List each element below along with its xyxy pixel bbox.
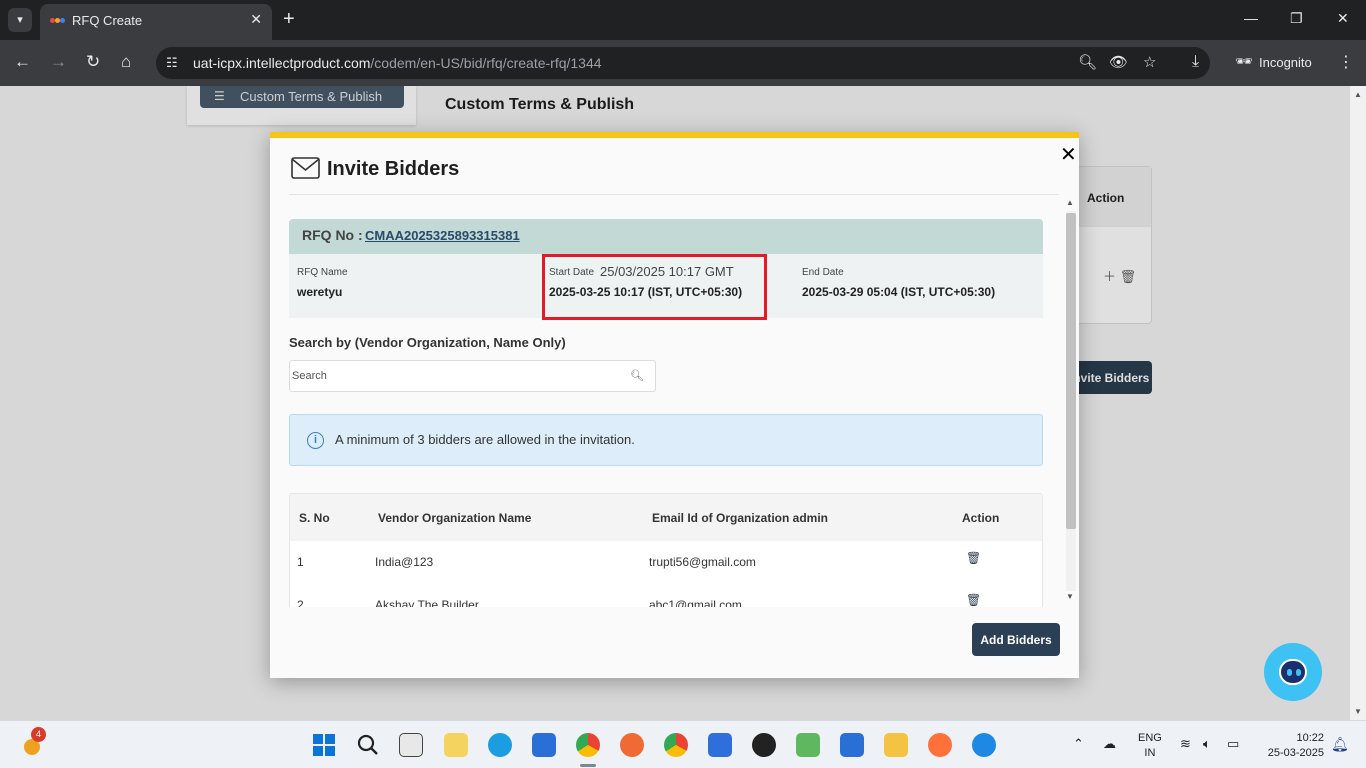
eye-off-icon[interactable]: 👁︎ [1109, 53, 1128, 71]
app-icon[interactable] [444, 733, 468, 757]
menu-icon[interactable]: ⋮ [1338, 52, 1354, 72]
table-header: S. No Vendor Organization Name Email Id … [290, 494, 1042, 541]
language-indicator[interactable]: ENG IN [1138, 731, 1162, 761]
scroll-down-icon[interactable]: ▼ [1066, 592, 1074, 601]
rfq-no-label: RFQ No : [302, 227, 363, 243]
cell-vendor: Akshay The Builder [375, 598, 479, 607]
search-icon[interactable] [356, 733, 380, 757]
incognito-icon: 🕶︎ [1235, 53, 1253, 69]
browser-tab[interactable]: RFQ Create ✕ [40, 4, 272, 40]
rfq-header: RFQ No : CMAA2025325893315381 [289, 219, 1043, 254]
browser-tab-bar: ▾ RFQ Create ✕ + — ❐ ✕ [0, 0, 1366, 40]
end-date-value: 2025-03-29 05:04 (IST, UTC+05:30) [802, 285, 996, 299]
zoom-icon[interactable]: 🔍︎ [1078, 53, 1097, 71]
network-off-icon[interactable]: ☁︎ [1103, 736, 1116, 752]
firefox-icon[interactable] [928, 733, 952, 757]
browser-toolbar: ← → ↻ ⌂ ☷ uat-icpx.intellectproduct.com/… [0, 40, 1366, 86]
home-icon[interactable]: ⌂ [121, 52, 131, 72]
alert-text: A minimum of 3 bidders are allowed in th… [335, 432, 635, 447]
taskbar: 4 ⌃ ☁︎ ENG IN ≋ 🔈︎ ▭ 10:22 25-03-2025 🔔︎ [0, 720, 1366, 768]
edge-icon[interactable] [488, 733, 512, 757]
media-player-icon[interactable] [752, 733, 776, 757]
star-icon[interactable]: ☆ [1143, 53, 1156, 71]
search-field[interactable]: 🔍︎ [289, 360, 656, 392]
app-icon[interactable] [620, 733, 644, 757]
header-action: Action [962, 511, 1000, 525]
restore-icon[interactable]: ❐ [1290, 10, 1303, 27]
page-scrollbar[interactable]: ▲ ▼ [1350, 86, 1366, 720]
chrome-icon[interactable] [576, 733, 600, 757]
search-label: Search by (Vendor Organization, Name Onl… [289, 335, 566, 350]
trash-icon[interactable]: 🗑︎ [966, 551, 981, 565]
rfq-info-panel: RFQ Name weretyu Start Date 25/03/2025 1… [289, 254, 1043, 320]
rfq-name-value: weretyu [297, 285, 343, 299]
battery-icon[interactable]: ▭ [1227, 736, 1239, 752]
header-sno: S. No [299, 511, 330, 525]
app-icon[interactable] [972, 733, 996, 757]
modal-scrollbar[interactable]: ▲ ▼ [1064, 195, 1078, 607]
back-arrow-icon[interactable]: ← [14, 52, 31, 72]
mail-icon [291, 157, 320, 179]
end-date-label: End Date [802, 267, 844, 278]
forward-arrow-icon[interactable]: → [50, 52, 67, 72]
add-bidders-button[interactable]: Add Bidders [972, 623, 1060, 656]
modal-title: Invite Bidders [327, 158, 460, 180]
favicon-icon [50, 16, 66, 26]
cell-vendor: India@123 [375, 555, 434, 569]
task-view-icon[interactable] [399, 733, 423, 757]
start-icon[interactable] [312, 733, 336, 757]
tab-search-icon[interactable]: ▾ [8, 8, 32, 32]
invite-bidders-modal: ✕ Invite Bidders RFQ No : CMAA2025325893… [270, 132, 1079, 678]
rfq-name-label: RFQ Name [297, 267, 348, 278]
url-text: uat-icpx.intellectproduct.com/codem/en-U… [193, 55, 602, 71]
clock[interactable]: 10:22 25-03-2025 [1258, 731, 1324, 761]
cell-sno: 2 [297, 598, 304, 607]
volume-icon[interactable]: 🔈︎ [1203, 736, 1211, 752]
header-email: Email Id of Organization admin [652, 511, 829, 525]
chevron-up-icon[interactable]: ⌃ [1073, 736, 1084, 752]
store-icon[interactable] [532, 733, 556, 757]
modal-scroll-area[interactable]: RFQ No : CMAA2025325893315381 RFQ Name w… [289, 195, 1044, 607]
info-icon: i [307, 432, 324, 449]
info-alert: i A minimum of 3 bidders are allowed in … [289, 414, 1043, 466]
window-close-icon[interactable]: ✕ [1337, 10, 1349, 27]
wifi-icon[interactable]: ≋ [1180, 736, 1191, 752]
cell-sno: 1 [297, 555, 304, 569]
bidders-table: S. No Vendor Organization Name Email Id … [289, 493, 1043, 607]
address-bar[interactable]: ☷ uat-icpx.intellectproduct.com/codem/en… [156, 47, 1210, 79]
scrollbar-thumb[interactable] [1066, 213, 1076, 529]
minimize-icon[interactable]: — [1244, 10, 1258, 26]
chrome-icon[interactable] [664, 733, 688, 757]
tab-close-icon[interactable]: ✕ [250, 11, 262, 28]
camera-icon[interactable] [708, 733, 732, 757]
file-explorer-icon[interactable] [884, 733, 908, 757]
cell-email: trupti56@gmail.com [649, 555, 756, 569]
rfq-no-link[interactable]: CMAA2025325893315381 [365, 228, 520, 243]
trash-icon[interactable]: 🗑︎ [966, 593, 981, 607]
download-icon[interactable]: ⤓ [1192, 53, 1199, 71]
close-icon[interactable]: ✕ [1060, 142, 1077, 167]
scroll-up-icon[interactable]: ▲ [1066, 198, 1074, 207]
tab-title: RFQ Create [72, 13, 143, 28]
chatbot-icon[interactable] [1264, 643, 1322, 701]
search-input[interactable] [292, 367, 612, 385]
incognito-label: Incognito [1259, 55, 1312, 70]
notification-badge: 4 [31, 727, 46, 742]
site-info-icon[interactable]: ☷ [166, 55, 178, 71]
new-tab-button[interactable]: + [283, 8, 295, 30]
notification-bell-icon[interactable]: 🔔︎ [1331, 736, 1349, 753]
header-vendor: Vendor Organization Name [378, 511, 532, 525]
cell-email: abc1@gmail.com [649, 598, 742, 607]
incognito-indicator[interactable]: 🕶︎ Incognito [1227, 47, 1321, 77]
paint-icon[interactable] [796, 733, 820, 757]
reload-icon[interactable]: ↻ [86, 52, 100, 72]
search-icon[interactable]: 🔍︎ [630, 369, 644, 382]
app-icon[interactable] [840, 733, 864, 757]
start-date-highlight [542, 254, 767, 320]
